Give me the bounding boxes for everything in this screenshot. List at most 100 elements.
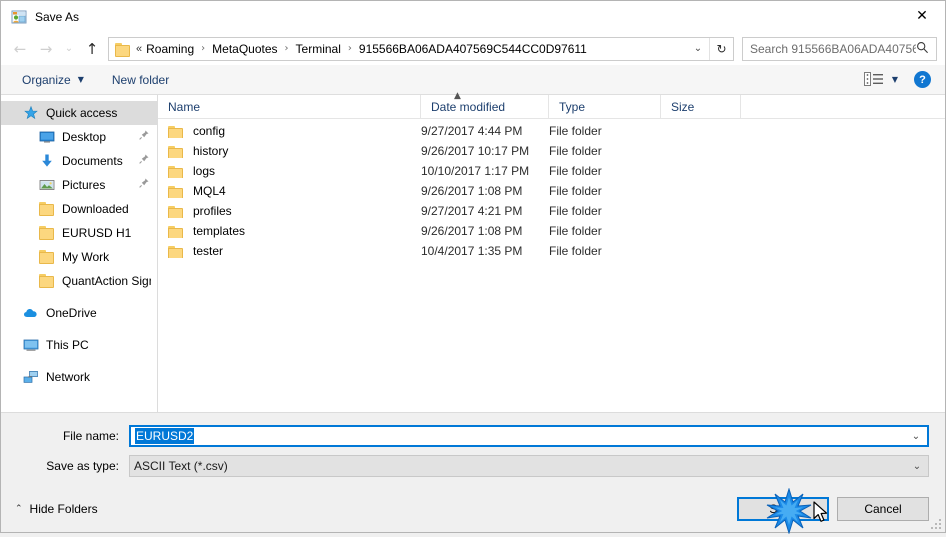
folder-icon (168, 145, 184, 158)
search-input[interactable]: Search 915566BA06ADA40756... (750, 42, 916, 56)
table-row[interactable]: MQL4 9/26/2017 1:08 PM File folder (158, 181, 945, 201)
sidebar-item-documents[interactable]: Documents (1, 149, 157, 173)
save-as-type-label: Save as type: (17, 459, 129, 473)
table-row[interactable]: profiles 9/27/2017 4:21 PM File folder (158, 201, 945, 221)
file-name: MQL4 (193, 184, 226, 198)
column-header-date-modified[interactable]: Date modified (421, 95, 549, 119)
sidebar-divider (1, 357, 157, 365)
breadcrumb-overflow[interactable]: « (136, 43, 145, 55)
file-name: config (193, 124, 225, 138)
folder-icon (168, 225, 184, 238)
recent-locations-button[interactable]: ⌄ (59, 37, 79, 61)
chevron-down-icon: ▼ (78, 75, 84, 84)
pin-icon[interactable] (139, 154, 151, 168)
file-date: 9/26/2017 1:08 PM (421, 184, 549, 198)
breadcrumb-item-current[interactable]: 915566BA06ADA407569C544CC0D97611 (358, 42, 588, 56)
close-button[interactable]: ✕ (899, 1, 945, 31)
chevron-down-icon[interactable]: ⌄ (906, 461, 928, 472)
sidebar-item-label: Network (46, 370, 151, 384)
file-name-input[interactable]: EURUSD2 ⌄ (129, 425, 929, 447)
help-icon[interactable]: ? (914, 71, 931, 88)
table-row[interactable]: templates 9/26/2017 1:08 PM File folder (158, 221, 945, 241)
table-row[interactable]: tester 10/4/2017 1:35 PM File folder (158, 241, 945, 261)
folder-icon (168, 185, 184, 198)
breadcrumb-separator-2[interactable]: › (279, 43, 295, 54)
file-type: File folder (549, 164, 661, 178)
folder-icon (39, 225, 55, 241)
pin-icon[interactable] (139, 130, 151, 144)
table-row[interactable]: logs 10/10/2017 1:17 PM File folder (158, 161, 945, 181)
sidebar-item-pictures[interactable]: Pictures (1, 173, 157, 197)
back-button[interactable]: ← (7, 37, 33, 61)
sidebar-item-desktop[interactable]: Desktop (1, 125, 157, 149)
view-options-icon[interactable] (864, 72, 884, 88)
file-name-cell: history (158, 144, 421, 158)
column-header-name[interactable]: Name (158, 95, 421, 119)
sidebar-item-this-pc[interactable]: This PC (1, 333, 157, 357)
forward-button[interactable]: → (33, 37, 59, 61)
dialog-body: Quick access Desktop (1, 95, 945, 412)
pin-icon[interactable] (139, 178, 151, 192)
folder-icon (39, 273, 55, 289)
sidebar-item-downloaded[interactable]: Downloaded (1, 197, 157, 221)
file-type: File folder (549, 224, 661, 238)
table-row[interactable]: config 9/27/2017 4:44 PM File folder (158, 121, 945, 141)
file-type: File folder (549, 244, 661, 258)
file-name: templates (193, 224, 245, 238)
sidebar-item-quick-access[interactable]: Quick access (1, 101, 157, 125)
save-button[interactable]: Save (737, 497, 829, 521)
sidebar-item-onedrive[interactable]: OneDrive (1, 301, 157, 325)
up-button[interactable]: ↑ (79, 37, 105, 61)
file-name: history (193, 144, 228, 158)
sidebar-item-label: OneDrive (46, 306, 151, 320)
search-box[interactable]: Search 915566BA06ADA40756... (742, 37, 937, 61)
chevron-down-icon[interactable]: ⌄ (687, 43, 709, 54)
sidebar-divider (1, 325, 157, 333)
breadcrumb-separator-3[interactable]: › (342, 43, 358, 54)
file-name-cell: profiles (158, 204, 421, 218)
this-pc-icon (23, 337, 39, 353)
sidebar-divider (1, 293, 157, 301)
sidebar-item-network[interactable]: Network (1, 365, 157, 389)
hide-folders-label: Hide Folders (30, 502, 98, 516)
column-header-size[interactable]: Size (661, 95, 741, 119)
address-bar[interactable]: « › Roaming › MetaQuotes › Terminal › 91… (108, 37, 734, 61)
breadcrumb-separator-1[interactable]: › (195, 43, 211, 54)
navigation-pane: Quick access Desktop (1, 95, 158, 412)
sidebar-item-quantaction-signal[interactable]: QuantAction Signal (1, 269, 157, 293)
desktop-icon (39, 129, 55, 145)
file-type: File folder (549, 204, 661, 218)
organize-button[interactable]: Organize ▼ (15, 70, 91, 90)
sidebar-item-label: Desktop (62, 130, 139, 144)
hide-folders-button[interactable]: ⌃ Hide Folders (15, 502, 98, 516)
sidebar-item-label: Quick access (46, 106, 151, 120)
column-header-type[interactable]: Type (549, 95, 661, 119)
dialog-footer: ⌃ Hide Folders Save Cancel (1, 485, 945, 532)
save-as-type-select[interactable]: ASCII Text (*.csv) ⌄ (129, 455, 929, 477)
new-folder-button[interactable]: New folder (105, 70, 176, 90)
column-headers: Name Date modified Type Size ▲ (158, 95, 945, 119)
chevron-down-icon[interactable]: ▼ (892, 75, 898, 84)
chevron-down-icon[interactable]: ⌄ (905, 431, 927, 442)
pictures-icon (39, 177, 55, 193)
file-date: 9/26/2017 1:08 PM (421, 224, 549, 238)
sidebar-item-my-work[interactable]: My Work (1, 245, 157, 269)
chevron-up-icon: ⌃ (15, 504, 23, 514)
folder-icon (168, 125, 184, 138)
file-type: File folder (549, 184, 661, 198)
save-as-app-icon (11, 9, 27, 25)
breadcrumb-item-roaming[interactable]: Roaming (145, 42, 195, 56)
resize-grip[interactable] (929, 517, 941, 529)
table-row[interactable]: history 9/26/2017 10:17 PM File folder (158, 141, 945, 161)
sidebar-item-label: This PC (46, 338, 151, 352)
close-icon: ✕ (916, 9, 928, 23)
breadcrumb-item-metaquotes[interactable]: MetaQuotes (211, 42, 278, 56)
refresh-icon[interactable]: ↻ (709, 38, 733, 60)
sidebar-item-eurusd-h1[interactable]: EURUSD H1 (1, 221, 157, 245)
folder-icon (115, 42, 131, 56)
cancel-button[interactable]: Cancel (837, 497, 929, 521)
sidebar-item-label: My Work (62, 250, 151, 264)
breadcrumb-item-terminal[interactable]: Terminal (295, 42, 342, 56)
save-form: File name: EURUSD2 ⌄ Save as type: ASCII… (1, 412, 945, 485)
file-name: logs (193, 164, 215, 178)
